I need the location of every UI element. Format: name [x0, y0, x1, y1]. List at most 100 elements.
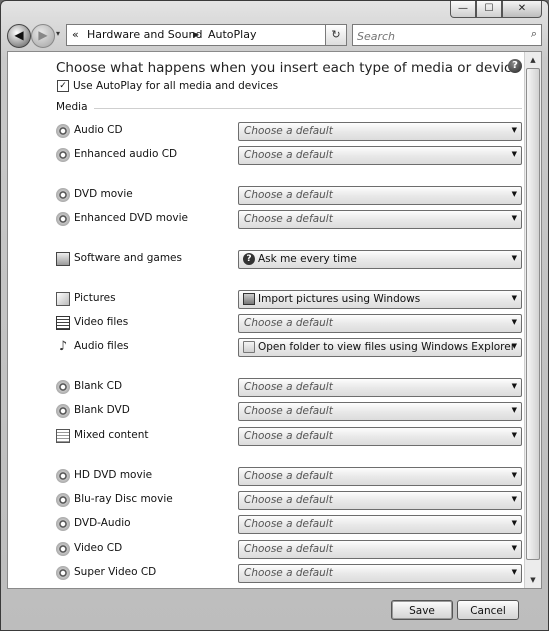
breadcrumb-hardware-and-sound[interactable]: Hardware and Sound [87, 25, 202, 45]
dropdown-selected-value: Choose a default [244, 381, 333, 393]
film-icon [56, 316, 70, 330]
scroll-thumb[interactable] [526, 68, 540, 560]
minimize-button[interactable]: — [450, 1, 476, 18]
dropdown-arrow-icon[interactable]: ▼ [512, 294, 517, 302]
save-button[interactable]: Save [391, 600, 453, 620]
media-row: Blank CD Choose a default ▼ [56, 378, 526, 398]
media-type-label: Blank CD [74, 380, 123, 392]
navigation-bar: ◀ ▶ ▾ « Hardware and Sound ▶ AutoPlay ▾ … [7, 23, 542, 49]
dropdown-arrow-icon[interactable]: ▼ [512, 190, 517, 198]
media-type-label: Blank DVD [74, 404, 130, 416]
media-section-label: Media [56, 101, 88, 113]
action-dropdown[interactable]: Choose a default ▼ [238, 210, 522, 229]
media-type-label: Software and games [74, 252, 182, 264]
media-row: Mixed content Choose a default ▼ [56, 427, 526, 447]
breadcrumb-autoplay[interactable]: AutoPlay [208, 25, 256, 45]
back-button[interactable]: ◀ [7, 24, 31, 48]
address-bar[interactable]: « Hardware and Sound ▶ AutoPlay ▾ [66, 24, 342, 46]
action-dropdown[interactable]: Choose a default ▼ [238, 564, 522, 583]
action-dropdown[interactable]: Choose a default ▼ [238, 186, 522, 205]
media-type-label: DVD-Audio [74, 517, 131, 529]
software-icon [56, 252, 70, 266]
media-type-label: Pictures [74, 292, 116, 304]
dropdown-arrow-icon[interactable]: ▼ [512, 519, 517, 527]
caption-buttons: — ☐ ✕ [450, 1, 542, 18]
media-row: Blank DVD Choose a default ▼ [56, 402, 526, 422]
dropdown-arrow-icon[interactable]: ▼ [512, 254, 517, 262]
action-dropdown[interactable]: Import pictures using Windows ▼ [238, 290, 522, 309]
media-row: Pictures Import pictures using Windows ▼ [56, 290, 526, 310]
dropdown-selected-value: Choose a default [244, 430, 333, 442]
autoplay-window: — ☐ ✕ ◀ ▶ ▾ « Hardware and Sound ▶ AutoP… [0, 0, 549, 631]
search-input[interactable] [357, 27, 517, 46]
camera-icon [243, 293, 255, 305]
action-dropdown[interactable]: Choose a default ▼ [238, 427, 522, 446]
dropdown-arrow-icon[interactable]: ▼ [512, 382, 517, 390]
media-row: Blu-ray Disc movie Choose a default ▼ [56, 491, 526, 511]
dropdown-arrow-icon[interactable]: ▼ [512, 318, 517, 326]
forward-button[interactable]: ▶ [31, 24, 55, 48]
dropdown-arrow-icon[interactable]: ▼ [512, 214, 517, 222]
address-overflow-chevron-icon[interactable]: « [72, 25, 79, 45]
dropdown-selected-value: Choose a default [244, 543, 333, 555]
dropdown-selected-value: Open folder to view files using Windows … [258, 341, 516, 353]
vertical-scrollbar[interactable]: ▲ ▼ [524, 52, 541, 588]
dropdown-arrow-icon[interactable]: ▼ [512, 406, 517, 414]
media-type-label: Super Video CD [74, 566, 157, 578]
dropdown-selected-value: Choose a default [244, 567, 333, 579]
action-dropdown[interactable]: Choose a default ▼ [238, 467, 522, 486]
action-dropdown[interactable]: Choose a default ▼ [238, 314, 522, 333]
dropdown-arrow-icon[interactable]: ▼ [512, 431, 517, 439]
media-row: Enhanced DVD movie Choose a default ▼ [56, 210, 526, 230]
media-type-label: Audio CD [74, 124, 123, 136]
action-dropdown[interactable]: ? Ask me every time ▼ [238, 250, 522, 269]
dropdown-selected-value: Choose a default [244, 405, 333, 417]
use-autoplay-label[interactable]: Use AutoPlay for all media and devices [73, 80, 278, 92]
page-title: Choose what happens when you insert each… [56, 60, 520, 76]
use-autoplay-option[interactable]: ✓ Use AutoPlay for all media and devices [57, 80, 278, 92]
disc-icon [56, 469, 70, 483]
action-dropdown[interactable]: Choose a default ▼ [238, 402, 522, 421]
refresh-button[interactable]: ↻ [325, 24, 347, 46]
media-row: ♪ Audio files Open folder to view files us… [56, 338, 526, 358]
folder-icon [243, 341, 255, 353]
media-row: HD DVD movie Choose a default ▼ [56, 467, 526, 487]
dropdown-arrow-icon[interactable]: ▼ [512, 471, 517, 479]
action-dropdown[interactable]: Choose a default ▼ [238, 540, 522, 559]
dropdown-arrow-icon[interactable]: ▼ [512, 126, 517, 134]
action-dropdown[interactable]: Choose a default ▼ [238, 122, 522, 141]
pictures-icon [56, 292, 70, 306]
breadcrumb-separator-icon[interactable]: ▶ [193, 25, 199, 45]
media-type-label: Blu-ray Disc movie [74, 493, 173, 505]
maximize-button[interactable]: ☐ [476, 1, 502, 18]
dropdown-selected-value: Choose a default [244, 494, 333, 506]
scroll-down-icon[interactable]: ▼ [525, 572, 541, 588]
action-dropdown[interactable]: Choose a default ▼ [238, 491, 522, 510]
recent-pages-dropdown-icon[interactable]: ▾ [56, 29, 60, 38]
action-dropdown[interactable]: Choose a default ▼ [238, 515, 522, 534]
dropdown-arrow-icon[interactable]: ▼ [512, 495, 517, 503]
search-icon[interactable]: ⌕ [531, 27, 537, 41]
media-row: Video files Choose a default ▼ [56, 314, 526, 334]
dropdown-arrow-icon[interactable]: ▼ [512, 544, 517, 552]
dropdown-arrow-icon[interactable]: ▼ [512, 568, 517, 576]
dialog-footer: Save Cancel [1, 590, 548, 630]
dropdown-arrow-icon[interactable]: ▼ [512, 342, 517, 350]
close-button[interactable]: ✕ [502, 1, 542, 18]
action-dropdown[interactable]: Open folder to view files using Windows … [238, 338, 522, 357]
dropdown-selected-value: Ask me every time [258, 253, 357, 265]
disc-icon [56, 493, 70, 507]
disc-icon [56, 566, 70, 580]
action-dropdown[interactable]: Choose a default ▼ [238, 146, 522, 165]
dropdown-arrow-icon[interactable]: ▼ [512, 150, 517, 158]
scroll-up-icon[interactable]: ▲ [525, 52, 541, 68]
use-autoplay-checkbox[interactable]: ✓ [57, 80, 69, 92]
dropdown-selected-value: Choose a default [244, 213, 333, 225]
search-box[interactable]: ⌕ [352, 24, 542, 46]
action-dropdown[interactable]: Choose a default ▼ [238, 378, 522, 397]
dropdown-selected-value: Choose a default [244, 317, 333, 329]
media-type-label: Video CD [74, 542, 123, 554]
help-icon[interactable]: ? [508, 59, 522, 73]
cancel-button[interactable]: Cancel [457, 600, 519, 620]
dropdown-selected-value: Import pictures using Windows [258, 293, 421, 305]
